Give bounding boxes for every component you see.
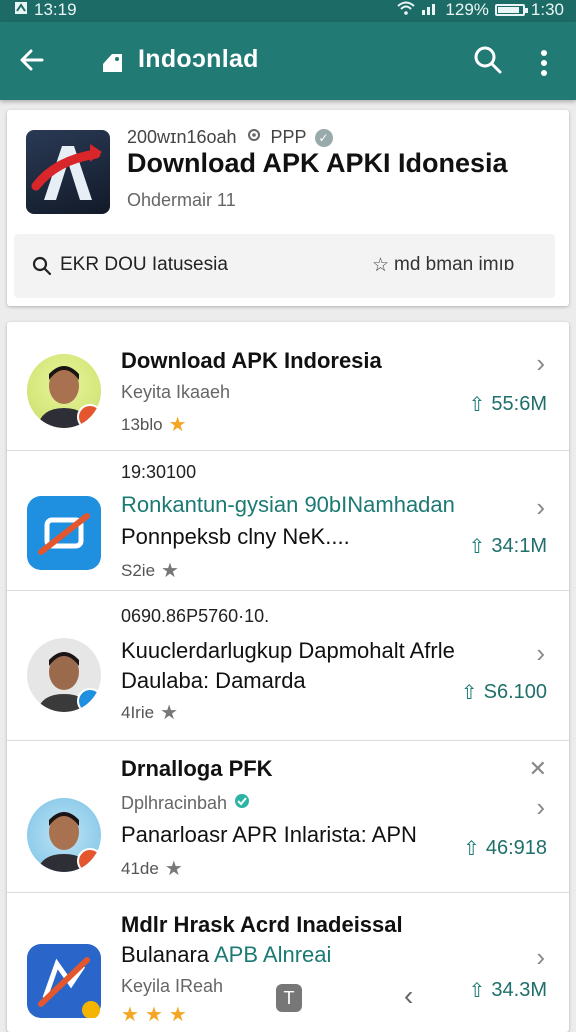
rating-text: 41de xyxy=(121,858,159,878)
list-item[interactable]: Drnalloga PFK ✕ Dplhracinbah Panarloasr … xyxy=(7,740,569,893)
home-button[interactable]: T xyxy=(276,984,302,1012)
item-subtitle: Keyila IReah xyxy=(121,976,224,996)
item-size: ⇧ 34:1M xyxy=(469,534,547,559)
item-title-tag: APB Alnreai xyxy=(213,942,332,967)
app-logo xyxy=(26,130,110,214)
app-meta-tag: PPP xyxy=(270,127,307,147)
item-rating: 41de ★ xyxy=(121,856,183,881)
nav-back-icon[interactable]: ‹ xyxy=(404,980,413,1012)
download-icon[interactable]: ⇧ xyxy=(469,392,486,417)
app-meta: 200wɪn16oah PPP ✓ xyxy=(127,126,333,149)
filter-text[interactable]: md bman imıɒ xyxy=(394,254,514,276)
item-id: 19:30100 xyxy=(121,462,197,482)
item-title-text: Ronkantun-gysian 90bINamhadan xyxy=(121,492,455,517)
size-text: 34:1M xyxy=(491,535,547,557)
item-heading: Drnalloga PFK xyxy=(121,756,273,781)
back-arrow-icon[interactable] xyxy=(18,46,50,78)
more-options-icon[interactable] xyxy=(534,46,554,80)
rating-text: 4Irie xyxy=(121,702,155,722)
app-list: Download APK Indoresia Keyita Ikaaeh 13b… xyxy=(7,322,569,1032)
wifi-icon xyxy=(397,0,416,20)
status-bar: 13:19 129% 1:30 xyxy=(0,0,576,22)
star-icon: ★ xyxy=(121,1004,139,1026)
header-search-row[interactable]: EKR DOU Iatusesia ☆ md bman imıɒ xyxy=(14,234,555,298)
battery-percent: 129% xyxy=(445,0,489,19)
item-subtitle: Keyita Ikaaeh xyxy=(121,382,231,402)
item-heading: Mdlr Hrask Acrd Inadeissal xyxy=(121,912,403,937)
item-subtitle-text: Dplhracinbah xyxy=(121,793,228,813)
chevron-right-icon[interactable]: › xyxy=(536,792,545,823)
star-icon: ★ xyxy=(164,858,183,880)
download-icon[interactable]: ⇧ xyxy=(463,836,480,861)
star-icon: ★ xyxy=(161,560,179,582)
item-rating: ★ ★ ★ xyxy=(121,1002,187,1027)
settings-gear-icon xyxy=(245,126,263,149)
chevron-right-icon[interactable]: › xyxy=(536,492,545,523)
tag-icon xyxy=(100,50,126,81)
item-title: Panarloasr APR Inlarista: APN xyxy=(121,822,417,847)
star-icon: ★ xyxy=(168,414,187,436)
badge-icon xyxy=(77,404,101,428)
item-size: ⇧ 55:6M xyxy=(469,392,547,417)
battery-icon xyxy=(494,4,528,16)
badge-icon xyxy=(77,848,101,872)
download-icon[interactable]: ⇧ xyxy=(461,680,478,705)
size-text: 34.3M xyxy=(491,979,547,1001)
notification-icon xyxy=(14,0,28,20)
star-icon: ★ xyxy=(168,1004,187,1026)
rating-text: S2ie xyxy=(121,560,156,580)
app-bar: Indoɔnlad xyxy=(0,22,576,100)
app-icon xyxy=(27,944,101,1019)
download-icon[interactable]: ⇧ xyxy=(469,978,486,1003)
status-time: 13:19 xyxy=(34,0,77,19)
size-text: S6.100 xyxy=(483,681,547,703)
list-item[interactable]: Download APK Indoresia Keyita Ikaaeh 13b… xyxy=(7,322,569,451)
size-text: 55:6M xyxy=(491,393,547,415)
item-title: Ronkantun-gysian 90bINamhadan xyxy=(121,492,455,518)
item-description: Ponnpeksb clny NeK.... xyxy=(121,524,350,549)
close-icon[interactable]: ✕ xyxy=(529,756,547,782)
item-title: Download APK Indoresia xyxy=(121,348,382,373)
chevron-right-icon[interactable]: › xyxy=(536,348,545,379)
app-meta-text: 200wɪn16oah xyxy=(127,127,237,147)
star-icon: ★ xyxy=(160,702,179,724)
item-title: Kuuclerdarlugkup Dapmohalt Afrle xyxy=(121,638,455,663)
item-subtitle: Dplhracinbah xyxy=(121,792,251,815)
item-rating: 13blo ★ xyxy=(121,412,187,437)
avatar xyxy=(27,354,101,428)
item-rating: S2ie ★ xyxy=(121,558,179,583)
item-size: ⇧ 46:918 xyxy=(463,836,547,861)
item-title-text: Bulanara xyxy=(121,942,210,967)
item-size: ⇧ S6.100 xyxy=(461,680,547,705)
item-size: ⇧ 34.3M xyxy=(469,978,547,1003)
app-header-card: 200wɪn16oah PPP ✓ Download APK APKI Idon… xyxy=(7,110,569,306)
item-rating: 4Irie ★ xyxy=(121,700,178,725)
item-description: Daulaba: Damarda xyxy=(121,668,306,693)
chevron-right-icon[interactable]: › xyxy=(536,942,545,973)
download-icon[interactable]: ⇧ xyxy=(469,534,486,559)
app-title: Download APK APKI Idonesia xyxy=(127,148,508,178)
app-subtitle: Ohdermair 11 xyxy=(127,190,236,210)
status-clock: 1:30 xyxy=(530,0,564,19)
verified-icon xyxy=(233,792,251,815)
avatar xyxy=(27,638,101,712)
size-text: 46:918 xyxy=(485,837,547,859)
search-icon[interactable] xyxy=(472,44,506,78)
verified-icon: ✓ xyxy=(314,128,333,147)
list-item[interactable]: 19:30100 Ronkantun-gysian 90bINamhadan P… xyxy=(7,450,569,591)
item-title: Bulanara APB Alnreai xyxy=(121,942,331,968)
list-item[interactable]: 0690.86P5760·10. Kuuclerdarlugkup Dapmoh… xyxy=(7,590,569,741)
avatar xyxy=(27,798,101,872)
star-outline-icon[interactable]: ☆ xyxy=(372,254,389,277)
rating-text: 13blo xyxy=(121,414,163,434)
badge-icon xyxy=(77,688,101,712)
chevron-right-icon[interactable]: › xyxy=(536,638,545,669)
item-id: 0690.86P5760·10. xyxy=(121,606,270,626)
page-title: Indoɔnlad xyxy=(138,45,259,73)
search-query-text: EKR DOU Iatusesia xyxy=(60,254,228,275)
star-icon: ★ xyxy=(144,1004,163,1026)
signal-icon xyxy=(421,0,439,20)
app-icon xyxy=(27,496,101,570)
search-icon xyxy=(32,256,52,281)
